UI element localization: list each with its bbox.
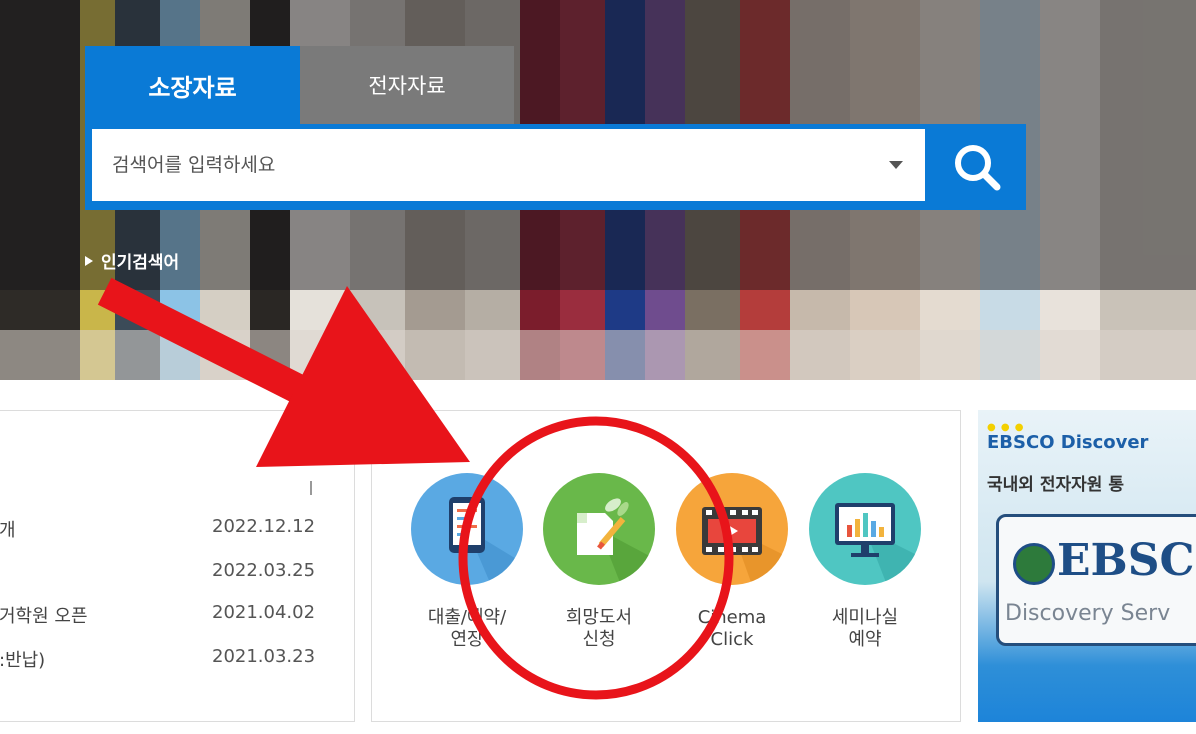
triangle-right-icon [85,255,93,266]
notice-date: 2022.12.12 [212,516,316,537]
ebsco-discovery-banner[interactable]: ● ● ● EBSCO Discover 국내외 전자자원 통 EBSC Dis… [978,410,1196,722]
notice-item[interactable]: 2022.03.25 [0,560,356,590]
ebsco-tagline: Discovery Serv [1005,601,1171,626]
notice-title: 개 [0,520,16,541]
tablet-icon [411,473,523,585]
notice-title: :반납) [0,650,46,671]
tab-holdings[interactable]: 소장자료 [85,46,300,124]
search-button[interactable] [928,124,1026,210]
notice-item[interactable]: 거학원 오픈 2021.04.02 [0,602,356,632]
notice-panel: 개 2022.12.12 2022.03.25 거학원 오픈 2021.04.0… [0,410,355,722]
quick-menu-label: 희망도서 신청 [543,607,655,651]
ebsco-logo-text: EBSC [1057,535,1195,586]
notice-date: 2022.03.25 [212,560,316,581]
label-line-2: 신청 [582,629,616,650]
notice-date: 2021.04.02 [212,602,316,623]
film-icon [676,473,788,585]
quick-menu-panel: 대출/예약/ 연장 희망도서 신청 Cinema Click 세미나실 예약 [371,410,961,722]
label-line-1: 세미나실 [831,607,899,628]
dropdown-caret-icon[interactable] [889,161,903,169]
ebsco-subtitle: 국내외 전자자원 통 [987,475,1124,495]
notice-title: 거학원 오픈 [0,606,88,627]
ebsco-title: EBSCO Discover [987,432,1149,453]
label-line-1: 희망도서 [565,607,633,628]
quick-loan-reserve-renew[interactable]: 대출/예약/ 연장 [411,473,523,651]
quick-menu-label: Cinema Click [676,607,788,651]
quick-menu-label: 세미나실 예약 [809,607,921,651]
search-tabs: 소장자료 전자자료 [85,46,514,124]
notice-item[interactable]: 개 2022.12.12 [0,516,356,546]
label-line-1: 대출/예약/ [427,607,507,628]
label-line-2: 연장 [450,629,484,650]
search-bar [85,124,1026,210]
search-field [92,129,925,201]
quick-menu-label: 대출/예약/ 연장 [411,607,523,651]
popular-keywords-label: 인기검색어 [101,253,180,273]
quick-seminar-room-reserve[interactable]: 세미나실 예약 [809,473,921,651]
popular-keywords-link[interactable]: 인기검색어 [85,248,179,273]
label-line-2: 예약 [848,629,882,650]
label-line-1: Cinema [697,607,767,628]
document-pen-icon [543,473,655,585]
ebsco-logo-card: EBSC Discovery Serv [996,514,1196,646]
quick-hope-book-request[interactable]: 희망도서 신청 [543,473,655,651]
ebsco-emblem-icon [1013,543,1055,585]
quick-cinema-click[interactable]: Cinema Click [676,473,788,651]
monitor-chart-icon [809,473,921,585]
more-icon[interactable] [310,481,312,495]
search-icon [955,145,1001,191]
tab-electronic[interactable]: 전자자료 [300,46,514,124]
search-input[interactable] [112,145,872,185]
notice-date: 2021.03.23 [212,646,316,667]
notice-item[interactable]: :반납) 2021.03.23 [0,646,356,676]
label-line-2: Click [710,629,754,650]
